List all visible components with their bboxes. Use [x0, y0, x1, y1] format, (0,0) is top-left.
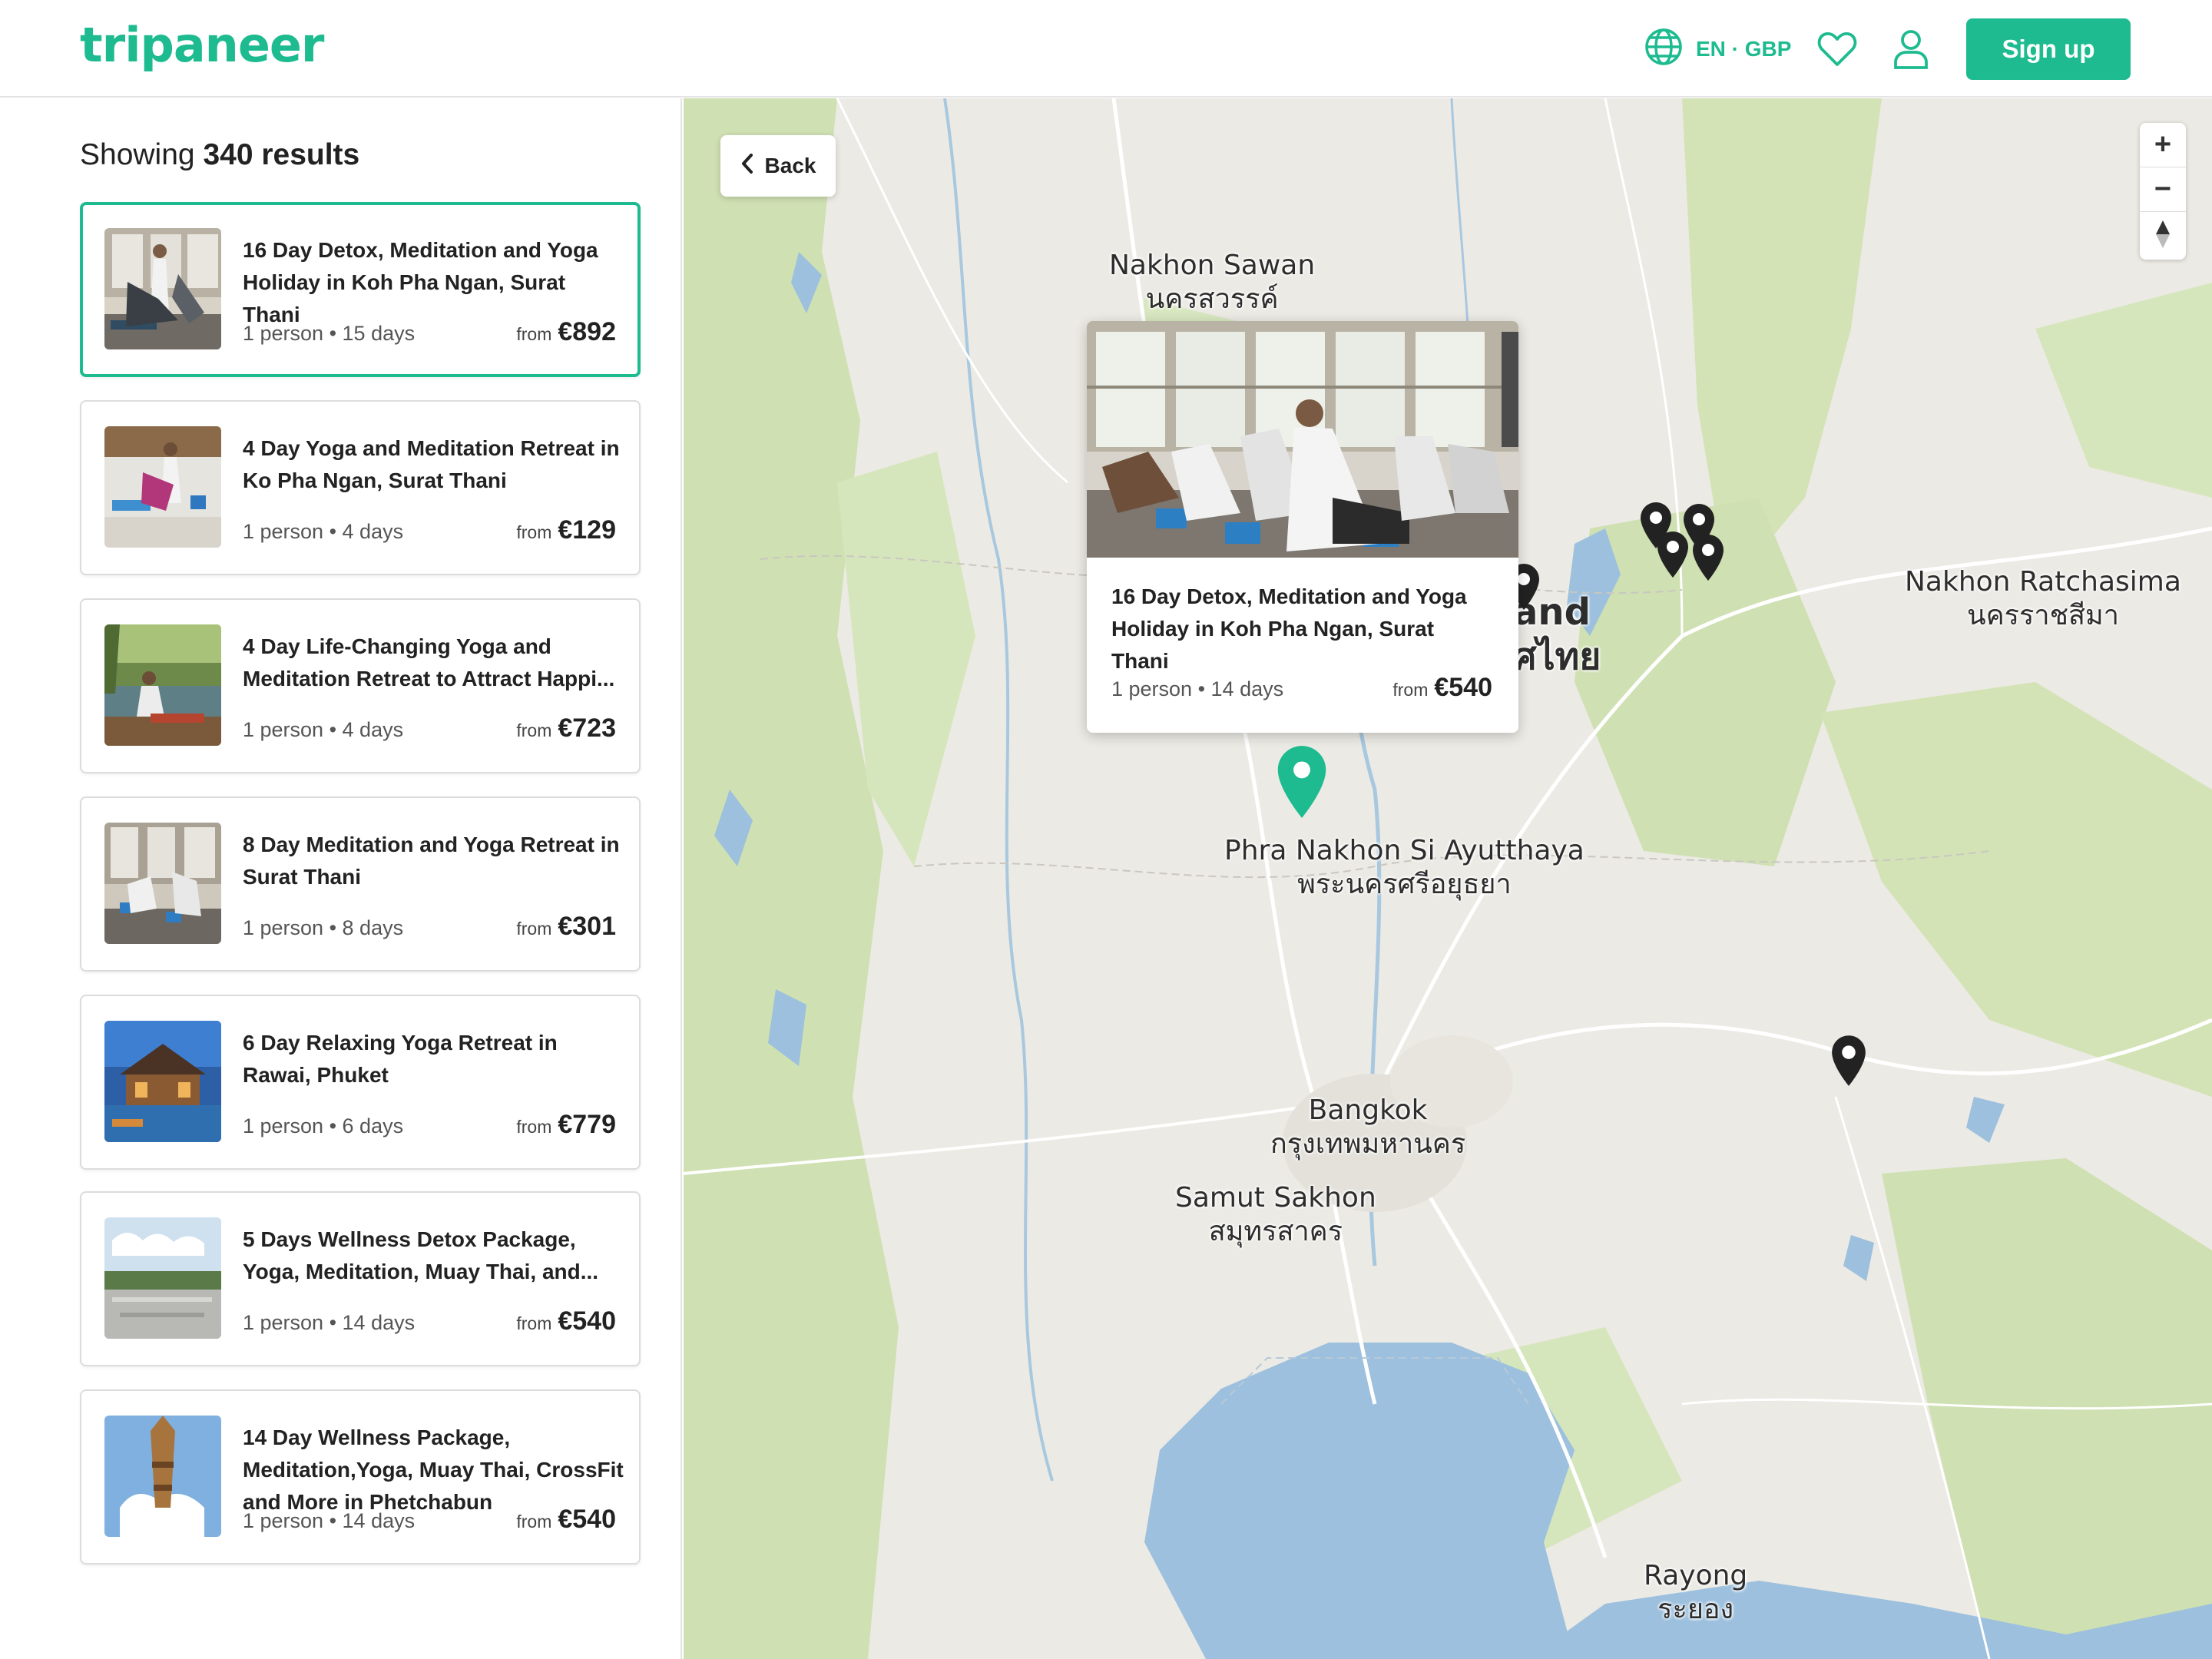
language-currency-label: EN · GBP	[1696, 37, 1792, 61]
globe-icon	[1644, 27, 1684, 72]
result-card[interactable]: 5 Days Wellness Detox Package, Yoga, Med…	[80, 1191, 641, 1366]
result-card-selected[interactable]: 16 Day Detox, Meditation and Yoga Holida…	[80, 202, 641, 377]
price-value: €779	[558, 1110, 616, 1139]
results-count: Showing 340 results	[80, 138, 359, 172]
place-name-en: Samut Sakhon	[1175, 1182, 1376, 1214]
result-card-price: from €540	[516, 1306, 616, 1336]
price-from-label: from	[516, 1117, 552, 1137]
place-label-samut-sakhon: Samut Sakhon สมุทรสาคร	[1175, 1181, 1376, 1249]
retreat-thumbnail	[104, 1217, 221, 1339]
retreat-thumbnail	[104, 823, 221, 944]
result-card-meta: 1 person • 15 days	[243, 322, 416, 345]
user-account-icon[interactable]	[1888, 26, 1934, 72]
zoom-out-button[interactable]: −	[2140, 167, 2186, 212]
result-card-price: from €129	[516, 515, 616, 545]
selected-map-pin-icon[interactable]	[1272, 743, 1332, 824]
results-prefix: Showing	[80, 138, 204, 171]
result-card-price: from €892	[516, 317, 616, 347]
map-pin-icon[interactable]	[1690, 533, 1727, 586]
price-value: €723	[558, 714, 616, 743]
result-card-price: from €540	[516, 1505, 616, 1535]
price-value: €540	[558, 1306, 616, 1336]
price-from-label: from	[516, 522, 552, 542]
results-panel: Showing 340 results 16 Day Detox, Medita…	[0, 98, 682, 1659]
results-number: 340 results	[203, 138, 360, 171]
place-name-th: พระนครศรีอยุธยา	[1297, 869, 1512, 900]
result-card-price: from €301	[516, 912, 616, 942]
place-name-th: ศไทย	[1513, 635, 1601, 678]
result-card-meta: 1 person • 4 days	[243, 718, 404, 741]
result-card[interactable]: 8 Day Meditation and Yoga Retreat in Sur…	[80, 796, 641, 972]
price-from-label: from	[1392, 680, 1429, 700]
place-name-th: ระยอง	[1657, 1594, 1734, 1625]
chevron-left-icon	[740, 153, 754, 180]
price-value: €301	[558, 912, 616, 941]
popup-title: 16 Day Detox, Meditation and Yoga Holida…	[1111, 584, 1467, 673]
result-card[interactable]: 14 Day Wellness Package, Meditation,Yoga…	[80, 1389, 641, 1565]
retreat-thumbnail	[104, 426, 221, 548]
retreat-thumbnail	[104, 228, 221, 349]
result-card-price: from €779	[516, 1110, 616, 1140]
price-from-label: from	[516, 919, 552, 939]
zoom-in-button[interactable]: +	[2140, 123, 2186, 167]
place-name-en: Nakhon Sawan	[1109, 250, 1316, 281]
place-label-ayutthaya: Phra Nakhon Si Ayutthaya พระนครศรีอยุธยา	[1224, 834, 1584, 902]
result-card[interactable]: 6 Day Relaxing Yoga Retreat in Rawai, Ph…	[80, 995, 641, 1170]
place-name-th: กรุงเทพมหานคร	[1270, 1128, 1466, 1160]
place-label-bangkok: Bangkok กรุงเทพมหานคร	[1270, 1094, 1465, 1161]
result-card-price: from €723	[516, 714, 616, 743]
map-popup-card[interactable]: 16 Day Detox, Meditation and Yoga Holida…	[1087, 321, 1518, 733]
place-label-nakhon-ratchasima: Nakhon Ratchasima นครราชสีมา	[1905, 565, 2181, 633]
retreat-thumbnail	[104, 624, 221, 746]
language-currency-selector[interactable]: EN · GBP	[1644, 28, 1791, 71]
wishlist-heart-icon[interactable]	[1814, 26, 1860, 72]
price-value: €540	[1434, 673, 1492, 702]
map-zoom-controls: + −	[2140, 123, 2186, 260]
tripaneer-logo[interactable]: tripaneer	[80, 17, 324, 73]
place-name-en: Phra Nakhon Si Ayutthaya	[1224, 835, 1584, 866]
popup-retreat-image	[1087, 321, 1518, 558]
retreat-thumbnail	[104, 1416, 221, 1537]
result-card[interactable]: 4 Day Life-Changing Yoga and Meditation …	[80, 598, 641, 773]
price-from-label: from	[516, 720, 552, 740]
result-card[interactable]: 4 Day Yoga and Meditation Retreat in Ko …	[80, 400, 641, 575]
place-name-en: Rayong	[1644, 1560, 1748, 1591]
place-label-rayong: Rayong ระยอง	[1644, 1559, 1747, 1627]
result-card-title: 4 Day Yoga and Meditation Retreat in Ko …	[243, 436, 620, 492]
result-card-meta: 1 person • 6 days	[243, 1114, 404, 1137]
map-pin-icon[interactable]	[1828, 1034, 1869, 1091]
price-from-label: from	[516, 1313, 552, 1333]
map-pin-icon[interactable]	[1654, 530, 1691, 583]
result-card-meta: 1 person • 14 days	[243, 1311, 416, 1334]
compass-reset-button[interactable]	[2140, 212, 2186, 257]
price-value: €129	[558, 515, 616, 545]
retreat-thumbnail	[104, 1021, 221, 1142]
place-name-th: นครราชสีมา	[1966, 600, 2119, 631]
result-card-meta: 1 person • 4 days	[243, 520, 404, 543]
compass-icon	[2156, 220, 2170, 248]
popup-meta: 1 person • 14 days	[1111, 677, 1284, 700]
place-name-th: นครสวรรค์	[1145, 283, 1279, 315]
top-header: tripaneer EN · GBP Sign up	[0, 0, 2212, 98]
place-name-en: Nakhon Ratchasima	[1905, 566, 2181, 598]
back-label: Back	[764, 154, 816, 177]
price-value: €540	[558, 1505, 616, 1534]
popup-price: from €540	[1392, 673, 1492, 703]
price-from-label: from	[516, 1512, 552, 1532]
result-card-meta: 1 person • 8 days	[243, 916, 404, 939]
result-card-title: 5 Days Wellness Detox Package, Yoga, Med…	[243, 1227, 599, 1283]
place-name-en: Bangkok	[1308, 1094, 1428, 1126]
price-value: €892	[558, 317, 616, 346]
sign-up-button[interactable]: Sign up	[1966, 18, 2131, 80]
result-card-title: 8 Day Meditation and Yoga Retreat in Sur…	[243, 833, 620, 889]
result-card-title: 6 Day Relaxing Yoga Retreat in Rawai, Ph…	[243, 1031, 558, 1087]
place-name-th: สมุทรสาคร	[1208, 1216, 1343, 1247]
back-button[interactable]: Back	[720, 135, 836, 197]
place-label-nakhon-sawan: Nakhon Sawan นครสวรรค์	[1109, 249, 1315, 316]
price-from-label: from	[516, 324, 552, 344]
result-card-title: 4 Day Life-Changing Yoga and Meditation …	[243, 634, 615, 690]
result-card-meta: 1 person • 14 days	[243, 1509, 416, 1532]
